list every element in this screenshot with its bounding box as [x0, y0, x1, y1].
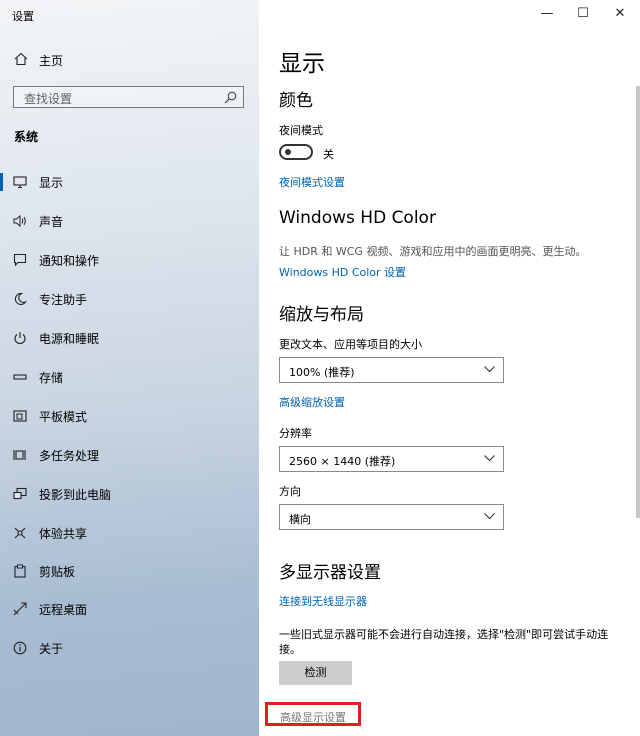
night-mode-state: 关	[323, 148, 334, 161]
sidebar-item-tablet-mode[interactable]: 平板模式	[0, 404, 259, 428]
sidebar-item-storage[interactable]: 存储	[0, 365, 259, 389]
sidebar-item-focus-assist[interactable]: 专注助手	[0, 287, 259, 311]
notification-icon	[13, 253, 27, 267]
night-mode-toggle[interactable]	[279, 144, 313, 160]
text-size-select[interactable]: 100% (推荐)	[279, 357, 504, 383]
sidebar-item-project[interactable]: 投影到此电脑	[0, 482, 259, 506]
sidebar-item-sound[interactable]: 声音	[0, 209, 259, 233]
chevron-down-icon	[484, 366, 495, 373]
share-icon	[14, 527, 26, 539]
project-icon	[13, 487, 27, 500]
color-heading: 颜色	[279, 91, 313, 111]
sidebar-item-label: 存储	[39, 371, 64, 385]
sidebar-item-label: 专注助手	[39, 293, 88, 307]
multitask-icon	[13, 450, 26, 460]
sidebar-item-shared-experiences[interactable]: 体验共享	[0, 521, 259, 545]
sidebar-item-notifications[interactable]: 通知和操作	[0, 248, 259, 272]
sidebar-home[interactable]: 主页	[0, 50, 259, 70]
chevron-down-icon	[484, 513, 495, 520]
search-icon[interactable]	[224, 91, 237, 104]
sidebar-item-label: 电源和睡眠	[39, 332, 100, 346]
detect-button[interactable]: 检测	[279, 661, 352, 685]
advanced-scaling-link[interactable]: 高级缩放设置	[279, 394, 345, 410]
advanced-display-link-highlight[interactable]: 高级显示设置	[265, 702, 361, 726]
night-mode-settings-link[interactable]: 夜间模式设置	[279, 174, 345, 190]
sidebar-item-multitasking[interactable]: 多任务处理	[0, 443, 259, 467]
night-mode-label: 夜间模式	[279, 124, 323, 137]
power-icon	[14, 332, 26, 345]
hdr-heading: Windows HD Color	[279, 208, 436, 228]
sidebar-item-label: 声音	[39, 215, 64, 229]
wireless-display-link[interactable]: 连接到无线显示器	[279, 593, 367, 609]
sidebar-item-power[interactable]: 电源和睡眠	[0, 326, 259, 350]
hdr-settings-link[interactable]: Windows HD Color 设置	[279, 264, 406, 280]
text-size-value: 100% (推荐)	[289, 366, 355, 379]
hdr-description: 让 HDR 和 WCG 视频、游戏和应用中的画面更明亮、更生动。	[279, 245, 587, 258]
sidebar-item-label: 关于	[39, 642, 64, 656]
sidebar-item-label: 平板模式	[39, 410, 88, 424]
multi-display-heading: 多显示器设置	[279, 563, 381, 583]
sidebar-item-label: 剪贴板	[39, 565, 76, 579]
minimize-button[interactable]: —	[537, 6, 557, 22]
remote-icon	[13, 602, 27, 616]
sidebar-item-label: 通知和操作	[39, 254, 100, 268]
sidebar-item-display[interactable]: 显示	[0, 170, 259, 194]
active-indicator	[0, 173, 3, 191]
page-title: 显示	[279, 51, 325, 77]
toggle-knob	[285, 149, 291, 155]
chevron-down-icon	[484, 455, 495, 462]
section-label-system: 系统	[14, 130, 39, 144]
moon-icon	[14, 292, 27, 306]
close-button[interactable]: ✕	[610, 6, 630, 22]
sidebar-home-label: 主页	[39, 54, 64, 68]
scrollbar[interactable]	[636, 86, 640, 518]
multi-display-description: 一些旧式显示器可能不会进行自动连接，选择"检测"即可尝试手动连	[279, 628, 609, 641]
main-content: — ☐ ✕ 显示 颜色 夜间模式 关 夜间模式设置 Windows HD Col…	[259, 0, 640, 736]
search-input[interactable]: 查找设置	[13, 86, 244, 108]
clipboard-icon	[14, 564, 26, 578]
orientation-value: 横向	[289, 513, 311, 526]
info-icon	[13, 641, 27, 655]
maximize-button[interactable]: ☐	[573, 6, 593, 22]
sidebar-item-about[interactable]: 关于	[0, 636, 259, 660]
scale-heading: 缩放与布局	[279, 305, 364, 325]
sidebar-item-remote-desktop[interactable]: 远程桌面	[0, 597, 259, 621]
sidebar-item-label: 显示	[39, 176, 64, 190]
multi-display-description-cont: 接。	[279, 643, 301, 656]
search-placeholder: 查找设置	[24, 92, 73, 106]
orientation-select[interactable]: 横向	[279, 504, 504, 530]
resolution-select[interactable]: 2560 × 1440 (推荐)	[279, 446, 504, 472]
home-icon	[14, 52, 28, 66]
sidebar-item-label: 投影到此电脑	[39, 488, 112, 502]
sidebar-item-label: 远程桌面	[39, 603, 88, 617]
window-title: 设置	[12, 10, 34, 23]
storage-icon	[13, 374, 27, 380]
resolution-label: 分辨率	[279, 427, 312, 440]
sidebar-item-label: 多任务处理	[39, 449, 100, 463]
tablet-icon	[13, 410, 27, 422]
orientation-label: 方向	[279, 485, 301, 498]
advanced-display-link[interactable]: 高级显示设置	[280, 709, 346, 725]
display-icon	[13, 176, 27, 189]
sidebar: 设置 主页 查找设置 系统 显示 声音 通知和操作 专注助手 电源和睡眠 存储 …	[0, 0, 259, 736]
resolution-value: 2560 × 1440 (推荐)	[289, 455, 396, 468]
sidebar-item-label: 体验共享	[39, 527, 88, 541]
text-size-label: 更改文本、应用等项目的大小	[279, 338, 422, 351]
sidebar-item-clipboard[interactable]: 剪贴板	[0, 559, 259, 583]
sound-icon	[13, 214, 26, 228]
